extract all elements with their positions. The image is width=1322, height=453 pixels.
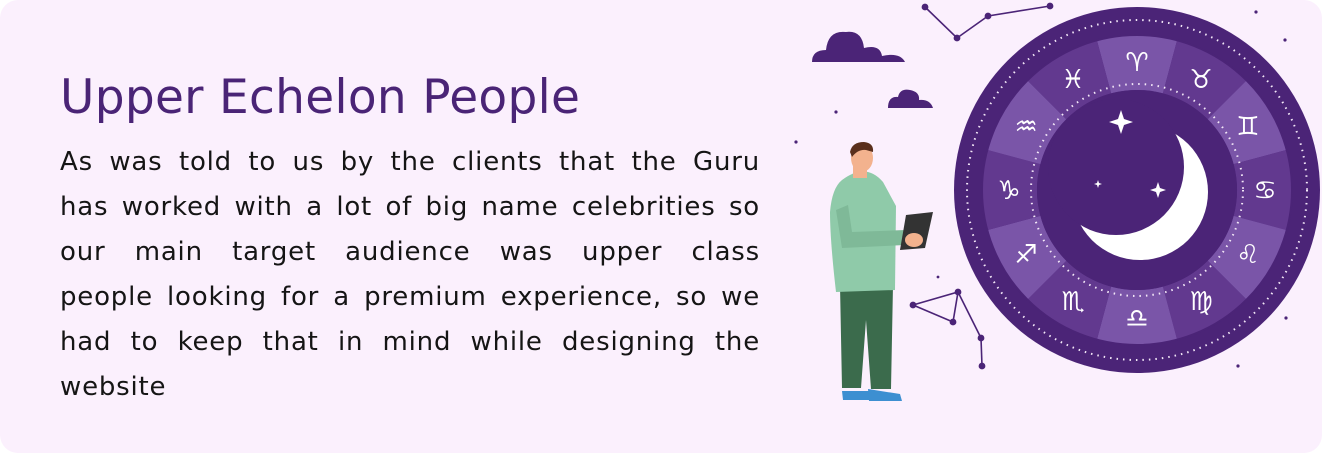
pisces-icon: ♓︎ [1061, 65, 1084, 95]
sagittarius-icon: ♐︎ [1014, 240, 1037, 270]
shoe [868, 389, 902, 401]
constellation-icon [921, 2, 1054, 42]
cancer-icon: ♋︎ [1253, 176, 1276, 206]
scorpio-icon: ♏︎ [1061, 287, 1084, 317]
constellation-icon [909, 288, 986, 370]
zodiac-wheel: ♈︎ ♉︎ ♊︎ ♋︎ ♌︎ ♍︎ ♎︎ ♏︎ ♐︎ ♑︎ ♒︎ ♓︎ [954, 7, 1320, 373]
pants [840, 285, 893, 389]
aries-icon: ♈︎ [1125, 48, 1148, 78]
section-heading: Upper Echelon People [60, 70, 581, 125]
cloud-icon [888, 89, 933, 108]
libra-icon: ♎︎ [1125, 304, 1148, 334]
gemini-icon: ♊︎ [1236, 112, 1259, 142]
shoe [842, 391, 870, 400]
virgo-icon: ♍︎ [1189, 287, 1212, 317]
leo-icon: ♌︎ [1236, 240, 1259, 270]
content-card: Upper Echelon People As was told to us b… [0, 0, 1322, 453]
hand [905, 233, 923, 247]
astrology-illustration: ♈︎ ♉︎ ♊︎ ♋︎ ♌︎ ♍︎ ♎︎ ♏︎ ♐︎ ♑︎ ♒︎ ♓︎ [794, 2, 1320, 401]
cloud-icon [812, 31, 905, 62]
section-description: As was told to us by the clients that th… [60, 147, 760, 402]
person-illustration [830, 142, 933, 401]
capricorn-icon: ♑︎ [997, 176, 1020, 206]
aquarius-icon: ♒︎ [1014, 112, 1037, 142]
taurus-icon: ♉︎ [1189, 65, 1212, 95]
